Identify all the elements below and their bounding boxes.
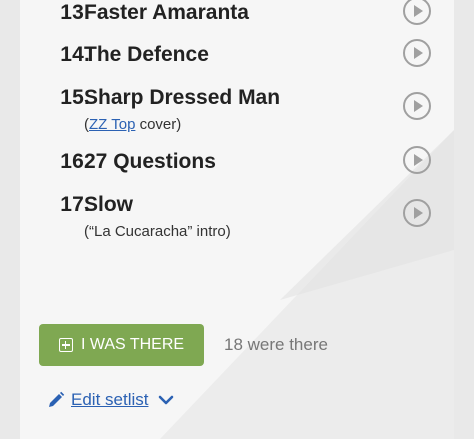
- song-number: 13.: [60, 1, 90, 24]
- cover-artist-link[interactable]: ZZ Top: [89, 116, 135, 133]
- song-title[interactable]: Slow: [84, 193, 133, 217]
- song-title[interactable]: Faster Amaranta: [84, 1, 249, 25]
- edit-setlist-link[interactable]: Edit setlist: [47, 390, 174, 410]
- i-was-there-label: I WAS THERE: [80, 336, 185, 353]
- play-circle-icon[interactable]: [403, 39, 431, 67]
- song-number: 17.: [60, 193, 90, 216]
- i-was-there-button[interactable]: I WAS THERE: [39, 324, 204, 366]
- song-title[interactable]: 27 Questions: [84, 150, 216, 174]
- song-number: 15.: [60, 86, 90, 109]
- song-note: (ZZ Top cover): [84, 116, 181, 133]
- song-title[interactable]: Sharp Dressed Man: [84, 86, 280, 110]
- song-title[interactable]: The Defence: [84, 43, 209, 67]
- play-circle-icon[interactable]: [403, 0, 431, 25]
- play-circle-icon[interactable]: [403, 199, 431, 227]
- song-number: 16.: [60, 150, 90, 173]
- song-number: 14.: [60, 43, 90, 66]
- song-note: (“La Cucaracha” intro): [84, 223, 231, 240]
- edit-setlist-label: Edit setlist: [71, 390, 149, 409]
- play-circle-icon[interactable]: [403, 92, 431, 120]
- note-rest: cover): [135, 116, 182, 133]
- play-circle-icon[interactable]: [403, 146, 431, 174]
- setlist-card: 13. Faster Amaranta 14. The Defence 15. …: [20, 0, 454, 439]
- chevron-down-icon[interactable]: [158, 394, 174, 406]
- pencil-icon: [49, 391, 65, 407]
- plus-square-icon: [58, 338, 73, 352]
- attendance-count: 18 were there: [224, 335, 328, 354]
